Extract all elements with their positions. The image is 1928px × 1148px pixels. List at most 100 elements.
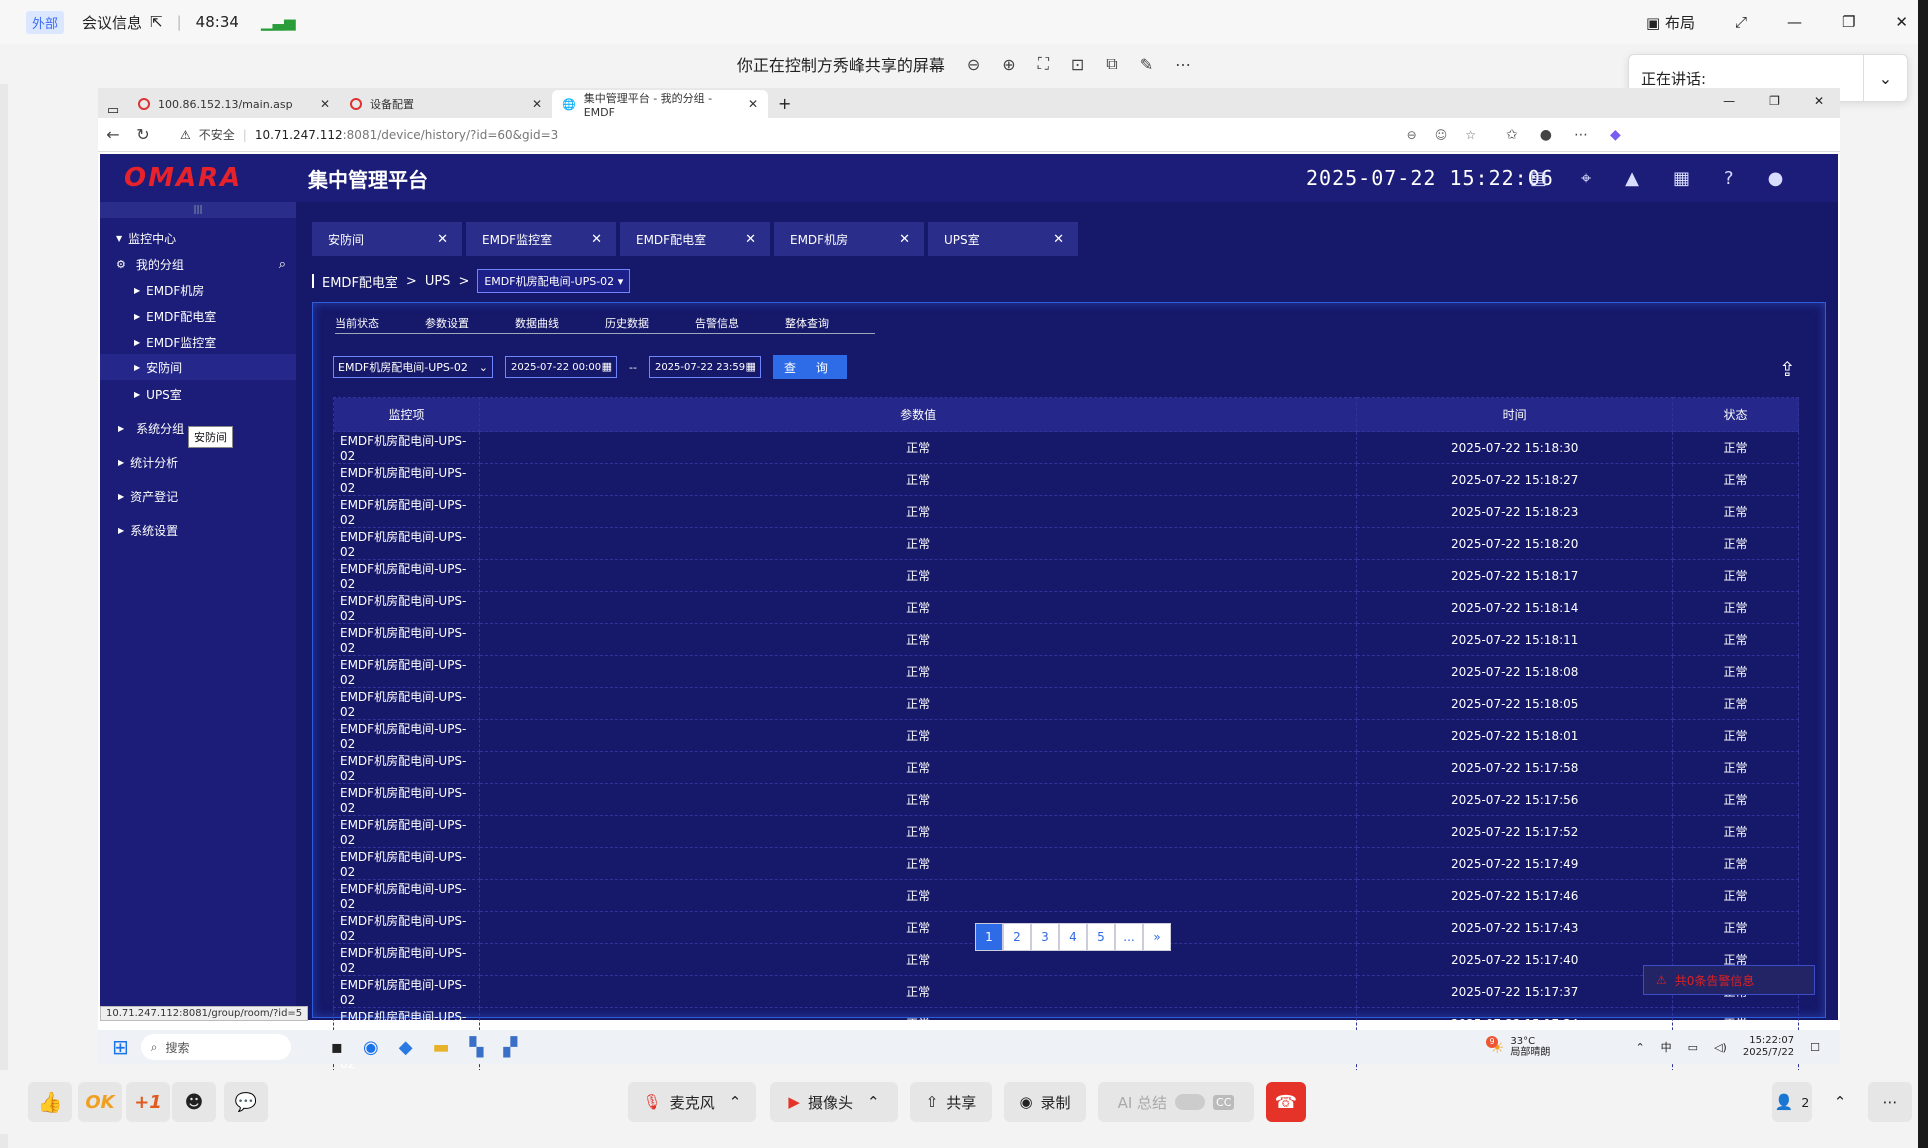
sidebar-collapse-handle[interactable]: ||| <box>100 202 296 218</box>
page-button[interactable]: 5 <box>1087 923 1115 951</box>
end-date-input[interactable]: 2025-07-22 23:59 ▦ <box>648 356 761 378</box>
task-view-icon[interactable]: ▪ <box>331 1037 343 1058</box>
camera-button[interactable]: ▶ 摄像头 ⌃ <box>770 1082 898 1122</box>
tab-history[interactable]: 历史数据 <box>605 315 695 334</box>
page-ellipsis[interactable]: ... <box>1115 923 1143 951</box>
close-icon[interactable]: ✕ <box>1053 232 1064 247</box>
zoom-in-icon[interactable]: ⊕ <box>1002 55 1015 74</box>
breadcrumb-mid[interactable]: UPS <box>425 274 451 289</box>
screen-icon[interactable]: ▤ <box>1530 168 1547 189</box>
copilot-icon[interactable]: ◆ <box>1610 127 1621 143</box>
reader-icon[interactable]: ☺ <box>1435 128 1448 142</box>
browser-tab[interactable]: 设备配置 ✕ <box>340 90 552 118</box>
page-tab[interactable]: 安防间 ✕ <box>312 222 462 256</box>
sidebar-item-my-group[interactable]: ⚙ 我的分组 ⌕ <box>100 256 296 273</box>
close-tab-icon[interactable]: ✕ <box>532 97 542 111</box>
close-icon[interactable]: ✕ <box>437 232 448 247</box>
sidebar-item-room[interactable]: ▶ UPS室 <box>100 386 296 403</box>
network-icon[interactable]: ▭ <box>1688 1041 1698 1054</box>
close-tab-icon[interactable]: ✕ <box>320 97 330 111</box>
layout-button[interactable]: ▣ 布局 <box>1646 12 1695 33</box>
taskbar-search[interactable]: ⌕ 搜索 <box>140 1034 291 1060</box>
tab-params[interactable]: 参数设置 <box>425 315 515 334</box>
zoom-out-icon[interactable]: ⊖ <box>967 55 980 74</box>
captions-icon[interactable]: CC <box>1213 1094 1235 1110</box>
browser-tab[interactable]: 100.86.152.13/main.asp ✕ <box>128 90 340 118</box>
close-icon[interactable]: ✕ <box>899 232 910 247</box>
calendar-icon[interactable]: ▦ <box>1673 168 1690 189</box>
device-dropdown[interactable]: EMDF机房配电间-UPS-02 ▾ <box>477 269 631 293</box>
tab-actions-icon[interactable]: ▭ <box>98 103 128 118</box>
sidebar-item-monitor-center[interactable]: ▼ 监控中心 <box>100 230 296 247</box>
page-tab[interactable]: UPS室 ✕ <box>928 222 1078 256</box>
export-icon[interactable]: ⇪ <box>1779 357 1796 381</box>
tab-data-curve[interactable]: 数据曲线 <box>515 315 605 334</box>
hangup-button[interactable]: ☎ <box>1266 1082 1306 1122</box>
share-link-icon[interactable]: ⇱ <box>150 13 163 31</box>
popout-icon[interactable]: ⧉ <box>1106 54 1117 74</box>
page-button[interactable]: 1 <box>975 923 1003 951</box>
emoji-icon[interactable]: ☻ <box>172 1082 216 1122</box>
page-tab[interactable]: EMDF机房 ✕ <box>774 222 924 256</box>
actual-size-icon[interactable]: ⊡ <box>1071 55 1084 74</box>
more-icon[interactable]: ⋯ <box>1175 55 1191 74</box>
star-icon[interactable]: ☆ <box>1465 128 1476 142</box>
chat-icon[interactable]: 💬 <box>224 1082 268 1122</box>
page-button[interactable]: 2 <box>1003 923 1031 951</box>
url-box[interactable]: ⚠ 不安全 | 10.71.247.112:8081/device/histor… <box>168 121 1488 148</box>
favorites-icon[interactable]: ✩ <box>1506 127 1518 143</box>
mic-button[interactable]: 🎙 麦克风 ⌃ <box>628 1082 756 1122</box>
close-icon[interactable]: ✕ <box>591 232 602 247</box>
share-button[interactable]: ⇧ 共享 <box>910 1082 992 1122</box>
sidebar-item-settings[interactable]: ▶ 系统设置 <box>100 522 296 539</box>
page-button[interactable]: 3 <box>1031 923 1059 951</box>
page-tab[interactable]: EMDF配电室 ✕ <box>620 222 770 256</box>
restore-icon[interactable]: ❐ <box>1842 13 1855 31</box>
fullscreen-icon[interactable]: ⤢ <box>1735 13 1747 31</box>
chevron-down-icon[interactable]: ⌄ <box>1863 55 1907 101</box>
profile-icon[interactable]: ● <box>1540 127 1552 143</box>
menu-icon[interactable]: ⋯ <box>1574 127 1588 143</box>
network-app-icon[interactable]: ▚ <box>470 1037 484 1058</box>
ok-reaction[interactable]: OK <box>78 1082 122 1122</box>
close-icon[interactable]: ✕ <box>1895 13 1908 31</box>
close-icon[interactable]: ✕ <box>745 232 756 247</box>
sidebar-item-room[interactable]: ▶ EMDF监控室 <box>100 334 296 351</box>
start-date-input[interactable]: 2025-07-22 00:00 ▦ <box>505 356 617 378</box>
zoom-icon[interactable]: ⊖ <box>1407 128 1417 142</box>
edge-icon[interactable]: ◉ <box>363 1037 379 1058</box>
toggle-switch[interactable] <box>1175 1094 1206 1110</box>
query-button[interactable]: 查 询 <box>772 355 847 379</box>
breadcrumb-root[interactable]: EMDF配电室 <box>322 272 398 291</box>
next-page-button[interactable]: » <box>1143 923 1171 951</box>
alert-icon[interactable]: ▲ <box>1625 168 1639 189</box>
folder-icon[interactable]: ▬ <box>433 1037 450 1058</box>
user-icon[interactable]: ● <box>1768 168 1784 189</box>
remote-app-icon[interactable]: ▞ <box>503 1037 517 1058</box>
new-tab-icon[interactable]: + <box>778 90 791 118</box>
ai-summary-button[interactable]: AI 总结 CC <box>1098 1082 1254 1122</box>
browser-tab-active[interactable]: 🌐 集中管理平台 - 我的分组 - EMDF ✕ <box>552 90 768 119</box>
page-tab[interactable]: EMDF监控室 ✕ <box>466 222 616 256</box>
volume-icon[interactable]: ◁) <box>1714 1041 1727 1054</box>
device-select[interactable]: EMDF机房配电间-UPS-02 ⌄ <box>333 356 493 378</box>
record-button[interactable]: ◉ 录制 <box>1004 1082 1086 1122</box>
participants-button[interactable]: 👤 2 <box>1772 1082 1812 1122</box>
minimize-icon[interactable]: — <box>1723 94 1735 108</box>
plus-one-reaction[interactable]: +1 <box>126 1082 170 1122</box>
app-icon[interactable]: ◆ <box>399 1037 413 1058</box>
close-tab-icon[interactable]: ✕ <box>748 97 758 111</box>
sidebar-item-room-selected[interactable]: ▶ 安防间 <box>100 354 296 380</box>
sidebar-item-room[interactable]: ▶ EMDF配电室 <box>100 308 296 325</box>
chevron-up-icon[interactable]: ⌃ <box>1820 1082 1860 1122</box>
restore-icon[interactable]: ❐ <box>1769 94 1780 108</box>
weather-widget[interactable]: ☀ 9 33°C 局部晴朗 <box>1486 1030 1550 1064</box>
back-icon[interactable]: ← <box>98 125 128 144</box>
page-button[interactable]: 4 <box>1059 923 1087 951</box>
tab-alarms[interactable]: 告警信息 <box>695 315 785 334</box>
location-icon[interactable]: ⌖ <box>1581 168 1591 189</box>
reload-icon[interactable]: ↻ <box>128 125 158 144</box>
help-icon[interactable]: ? <box>1724 168 1734 189</box>
more-icon[interactable]: ⋯ <box>1868 1082 1912 1122</box>
minimize-icon[interactable]: — <box>1787 13 1802 31</box>
